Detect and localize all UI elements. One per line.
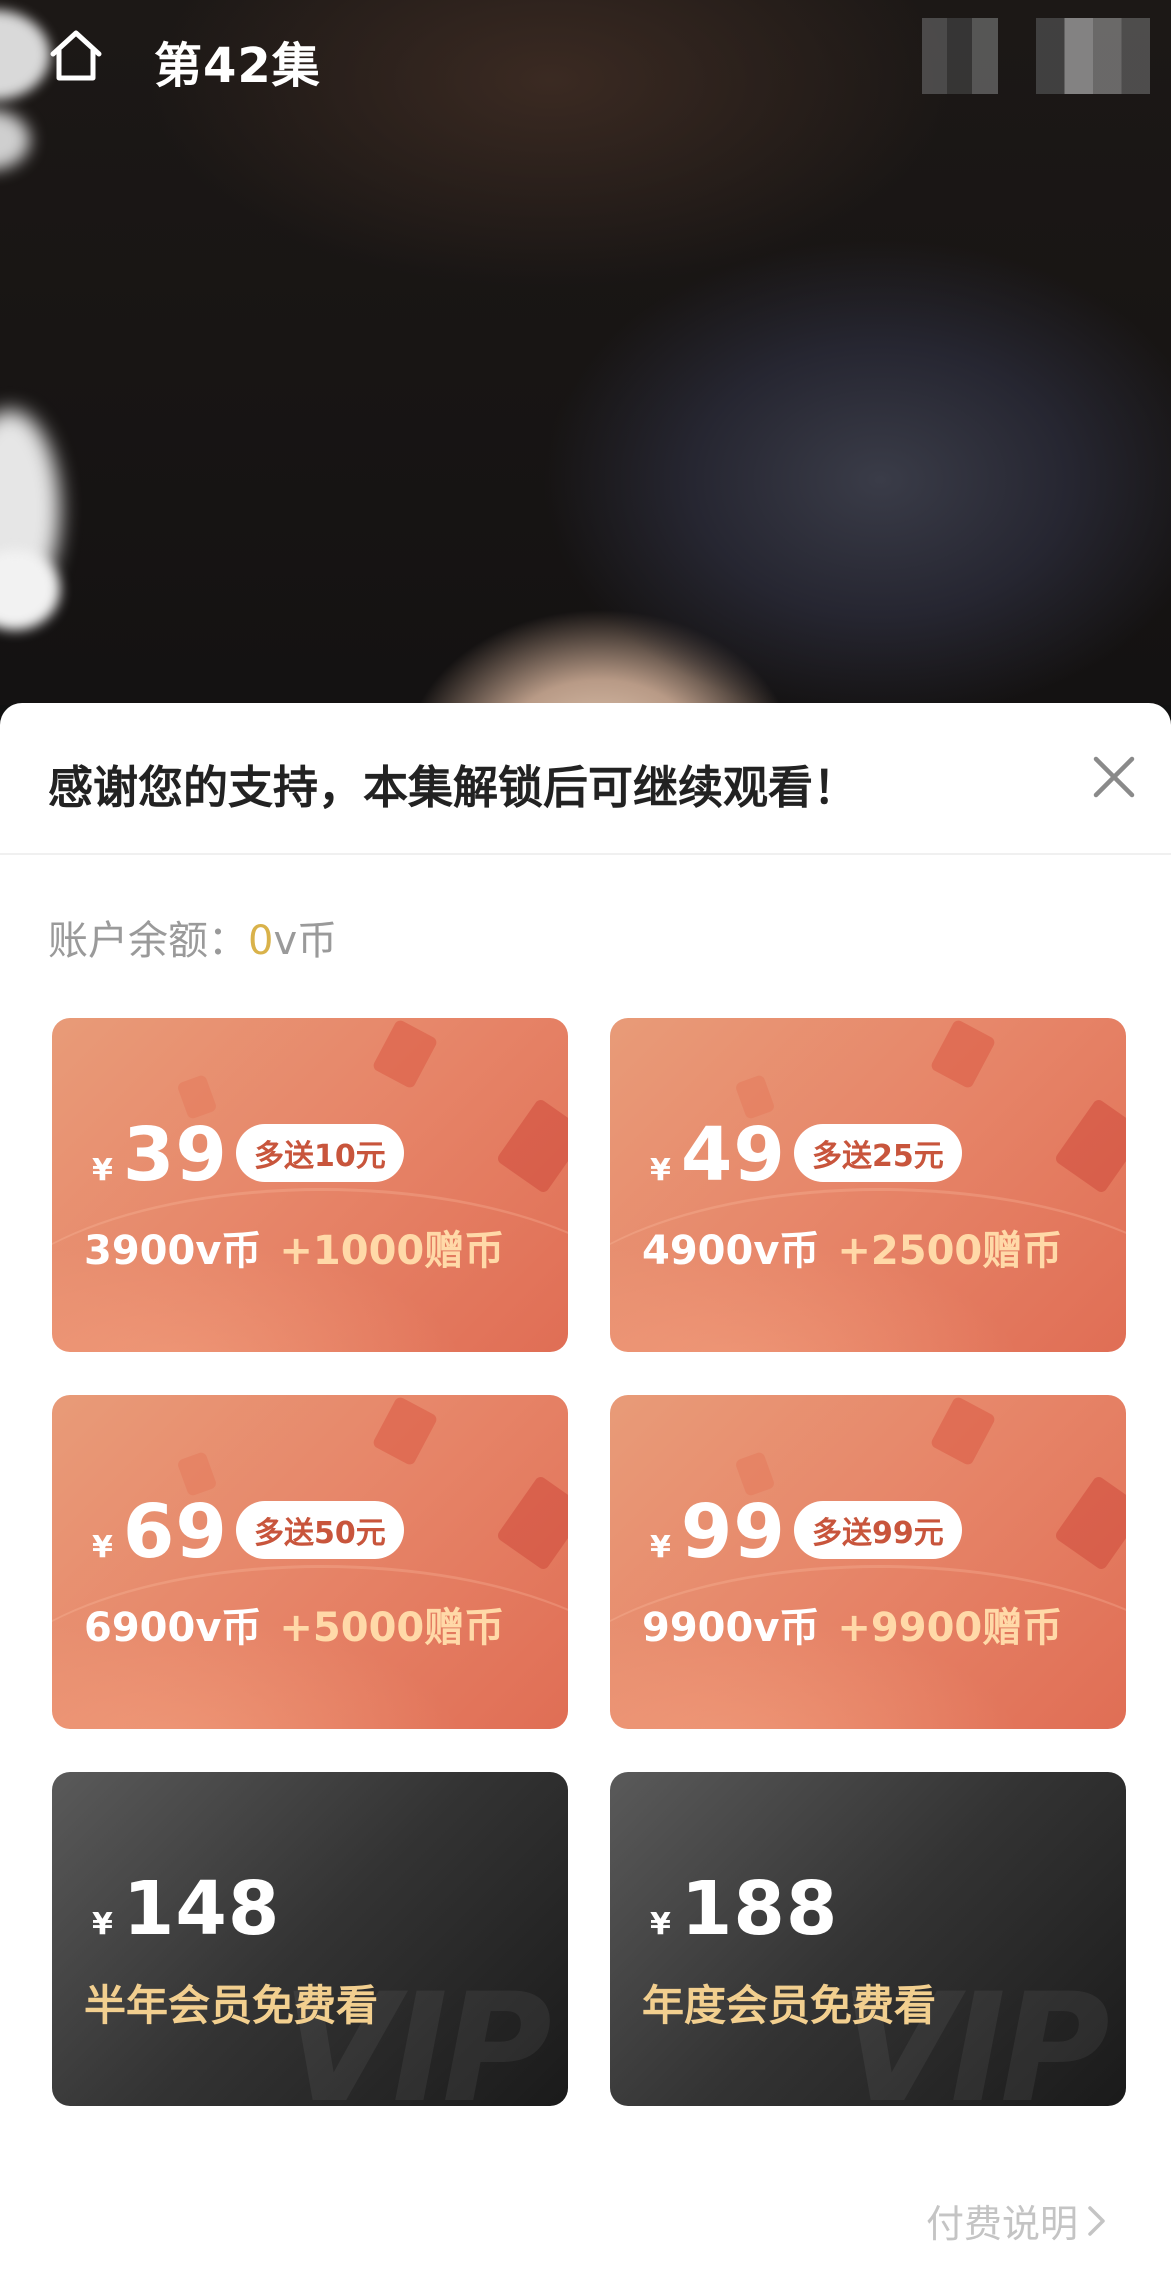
red-envelope-decoration	[371, 1395, 439, 1467]
price-amount: 99	[680, 1489, 786, 1575]
coin-amount: 6900v币 +5000赠币	[84, 1595, 504, 1653]
bonus-coins: +1000赠币	[279, 1228, 505, 1274]
vip-label: 半年会员免费看	[84, 1981, 379, 2030]
episode-title: 第42集	[154, 38, 321, 94]
coin-package-card[interactable]: ¥ 69 多送50元 6900v币 +5000赠币	[52, 1395, 568, 1729]
vip-package-card[interactable]: VIP ¥ 188 年度会员免费看	[610, 1772, 1126, 2106]
coins-value: 3900v币	[84, 1228, 262, 1274]
balance-label: 账户余额：	[48, 918, 248, 964]
payment-info-link[interactable]: 付费说明	[926, 2193, 1110, 2248]
currency-symbol: ¥	[92, 1153, 113, 1188]
coin-package-card[interactable]: ¥ 39 多送10元 3900v币 +1000赠币	[52, 1018, 568, 1352]
red-envelope-decoration	[495, 1097, 568, 1195]
package-price: ¥ 188	[650, 1866, 838, 1952]
sheet-header: 感谢您的支持，本集解锁后可继续观看！	[0, 703, 1171, 855]
home-button[interactable]	[44, 24, 108, 88]
coins-value: 9900v币	[642, 1605, 820, 1651]
bonus-coins: +9900赠币	[837, 1605, 1063, 1651]
blurred-icon[interactable]	[922, 18, 998, 94]
coin-amount: 3900v币 +1000赠币	[84, 1218, 504, 1276]
price-amount: 69	[122, 1489, 228, 1575]
payment-info-label: 付费说明	[926, 2202, 1079, 2246]
currency-symbol: ¥	[650, 1907, 671, 1942]
coin-package-card[interactable]: ¥ 99 多送99元 9900v币 +9900赠币	[610, 1395, 1126, 1729]
bonus-badge: 多送50元	[236, 1501, 404, 1559]
price-amount: 188	[680, 1866, 839, 1952]
red-envelope-decoration	[1053, 1474, 1126, 1572]
currency-symbol: ¥	[92, 1907, 113, 1942]
vip-label: 年度会员免费看	[642, 1981, 937, 2030]
red-envelope-decoration	[371, 1018, 439, 1090]
package-price: ¥ 99	[650, 1489, 786, 1575]
package-price: ¥ 39	[92, 1112, 228, 1198]
currency-symbol: ¥	[92, 1530, 113, 1565]
home-icon	[50, 30, 102, 81]
coins-value: 6900v币	[84, 1605, 262, 1651]
coin-amount: 9900v币 +9900赠币	[642, 1595, 1062, 1653]
red-envelope-decoration	[929, 1395, 997, 1467]
package-price: ¥ 49	[650, 1112, 786, 1198]
bonus-badge: 多送99元	[794, 1501, 962, 1559]
account-balance: 账户余额：0v币	[48, 908, 337, 966]
coin-package-card[interactable]: ¥ 49 多送25元 4900v币 +2500赠币	[610, 1018, 1126, 1352]
blurred-icon[interactable]	[1036, 18, 1150, 94]
price-amount: 148	[122, 1866, 281, 1952]
sheet-title: 感谢您的支持，本集解锁后可继续观看！	[48, 761, 859, 814]
price-amount: 39	[122, 1112, 228, 1198]
balance-unit: v币	[273, 918, 338, 964]
close-button[interactable]	[1088, 751, 1140, 803]
package-price: ¥ 69	[92, 1489, 228, 1575]
bonus-coins: +5000赠币	[279, 1605, 505, 1651]
red-envelope-decoration	[1053, 1097, 1126, 1195]
vip-package-card[interactable]: VIP ¥ 148 半年会员免费看	[52, 1772, 568, 2106]
unlock-sheet: 感谢您的支持，本集解锁后可继续观看！ 账户余额：0v币 ¥ 39 多送10元 3…	[0, 703, 1171, 2274]
coin-amount: 4900v币 +2500赠币	[642, 1218, 1062, 1276]
top-bar: 第42集	[0, 0, 1171, 110]
red-envelope-decoration	[929, 1018, 997, 1090]
video-frame-detail	[0, 110, 30, 170]
bonus-badge: 多送25元	[794, 1124, 962, 1182]
chevron-right-icon	[1088, 2205, 1105, 2236]
currency-symbol: ¥	[650, 1530, 671, 1565]
package-price: ¥ 148	[92, 1866, 280, 1952]
coins-value: 4900v币	[642, 1228, 820, 1274]
bonus-coins: +2500赠币	[837, 1228, 1063, 1274]
red-envelope-decoration	[495, 1474, 568, 1572]
balance-value: 0	[248, 918, 274, 964]
close-icon	[1093, 756, 1135, 798]
price-amount: 49	[680, 1112, 786, 1198]
currency-symbol: ¥	[650, 1153, 671, 1188]
bonus-badge: 多送10元	[236, 1124, 404, 1182]
